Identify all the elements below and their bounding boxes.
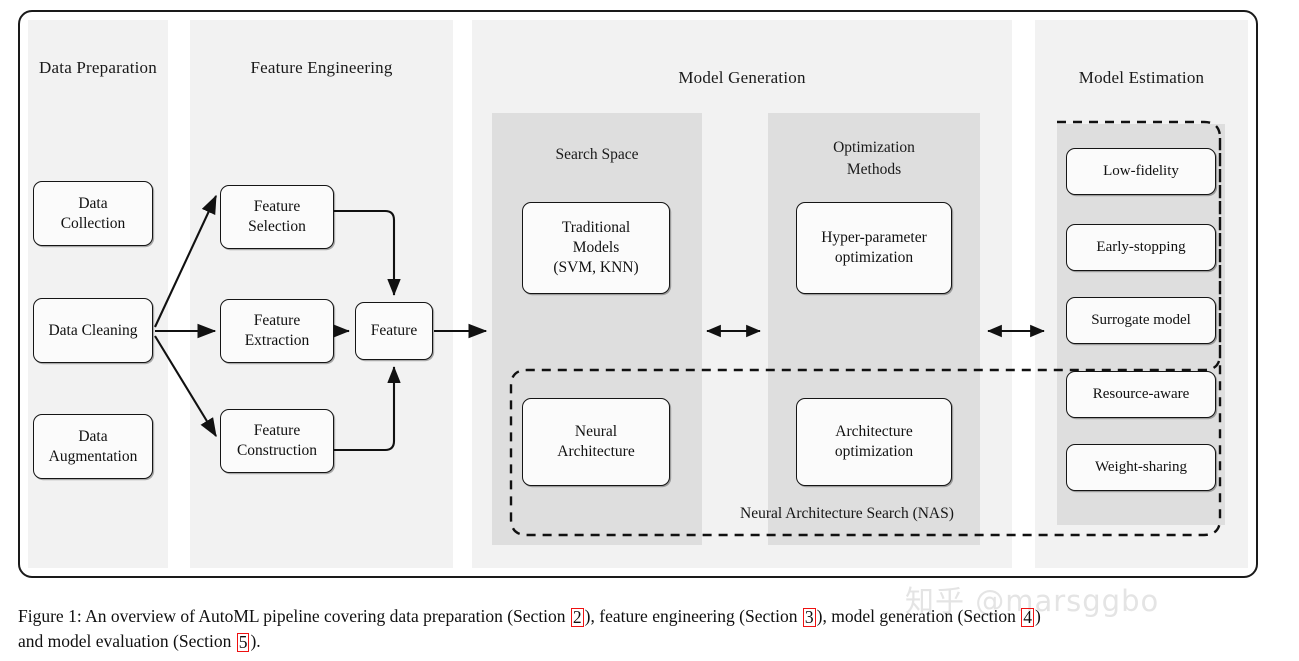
caption-section-link-5[interactable]: 5 bbox=[236, 633, 250, 652]
node-data-collection[interactable]: Data Collection bbox=[33, 181, 153, 246]
subpanel-title-optimization-methods: Optimization Methods bbox=[833, 139, 915, 178]
node-label-low-fidelity: Low-fidelity bbox=[1103, 163, 1179, 179]
node-label-architecture-optimization: Architecture optimization bbox=[834, 423, 914, 460]
subpanel-title-search-space: Search Space bbox=[555, 146, 639, 163]
node-architecture-optimization[interactable]: Architecture optimization bbox=[796, 398, 952, 486]
node-data-cleaning[interactable]: Data Cleaning bbox=[33, 298, 153, 363]
node-label-hyper-parameter-optimization: Hyper-parameter optimization bbox=[821, 229, 927, 266]
caption-section-link-3[interactable]: 3 bbox=[802, 608, 816, 627]
node-resource-aware[interactable]: Resource-aware bbox=[1066, 371, 1216, 418]
node-feature-extraction[interactable]: Feature Extraction bbox=[220, 299, 334, 363]
node-label-data-cleaning: Data Cleaning bbox=[48, 321, 138, 339]
figure-caption: Figure 1: An overview of AutoML pipeline… bbox=[18, 604, 1286, 654]
caption-text-1: Figure 1: An overview of AutoML pipeline… bbox=[18, 606, 570, 626]
nas-region-label: Neural Architecture Search (NAS) bbox=[740, 505, 954, 522]
node-label-neural-architecture: Neural Architecture bbox=[557, 423, 635, 460]
node-weight-sharing[interactable]: Weight-sharing bbox=[1066, 444, 1216, 491]
panel-title-feature-engineering: Feature Engineering bbox=[250, 58, 393, 77]
caption-text-2: ), feature engineering (Section bbox=[584, 606, 802, 626]
node-early-stopping[interactable]: Early-stopping bbox=[1066, 224, 1216, 271]
caption-text-4: ) bbox=[1035, 606, 1041, 626]
caption-text-3: ), model generation (Section bbox=[816, 606, 1021, 626]
panel-feature-engineering: Feature Engineering bbox=[190, 20, 453, 568]
caption-section-link-4[interactable]: 4 bbox=[1021, 608, 1034, 627]
node-label-feature-construction: Feature Construction bbox=[236, 422, 318, 459]
node-label-weight-sharing: Weight-sharing bbox=[1094, 459, 1188, 475]
node-hyper-parameter-optimization[interactable]: Hyper-parameter optimization bbox=[796, 202, 952, 294]
node-surrogate-model[interactable]: Surrogate model bbox=[1066, 297, 1216, 344]
node-label-data-collection: Data Collection bbox=[60, 194, 126, 232]
caption-text-5: and model evaluation (Section bbox=[18, 631, 236, 651]
panel-data-preparation: Data Preparation bbox=[28, 20, 168, 568]
panel-title-data-preparation: Data Preparation bbox=[39, 58, 157, 77]
node-label-surrogate-model: Surrogate model bbox=[1091, 312, 1191, 328]
node-neural-architecture[interactable]: Neural Architecture bbox=[522, 398, 670, 486]
panel-title-model-estimation: Model Estimation bbox=[1078, 68, 1205, 87]
node-label-feature: Feature bbox=[370, 322, 418, 339]
caption-text-6: ). bbox=[250, 631, 261, 651]
node-label-early-stopping: Early-stopping bbox=[1096, 239, 1186, 255]
node-label-feature-selection: Feature Selection bbox=[248, 198, 306, 235]
node-low-fidelity[interactable]: Low-fidelity bbox=[1066, 148, 1216, 195]
node-traditional-models[interactable]: Traditional Models (SVM, KNN) bbox=[522, 202, 670, 294]
node-data-augmentation[interactable]: Data Augmentation bbox=[33, 414, 153, 479]
node-label-traditional-models: Traditional Models (SVM, KNN) bbox=[553, 219, 639, 276]
node-feature-selection[interactable]: Feature Selection bbox=[220, 185, 334, 249]
node-feature[interactable]: Feature bbox=[355, 302, 433, 360]
panel-title-model-generation: Model Generation bbox=[678, 68, 806, 87]
node-label-data-augmentation: Data Augmentation bbox=[48, 427, 138, 465]
node-feature-construction[interactable]: Feature Construction bbox=[220, 409, 334, 473]
figure-root: Data Preparation Data Collection Data Cle… bbox=[0, 0, 1299, 661]
caption-section-link-2[interactable]: 2 bbox=[570, 608, 584, 627]
node-label-feature-extraction: Feature Extraction bbox=[244, 312, 310, 349]
node-label-resource-aware: Resource-aware bbox=[1092, 386, 1190, 402]
